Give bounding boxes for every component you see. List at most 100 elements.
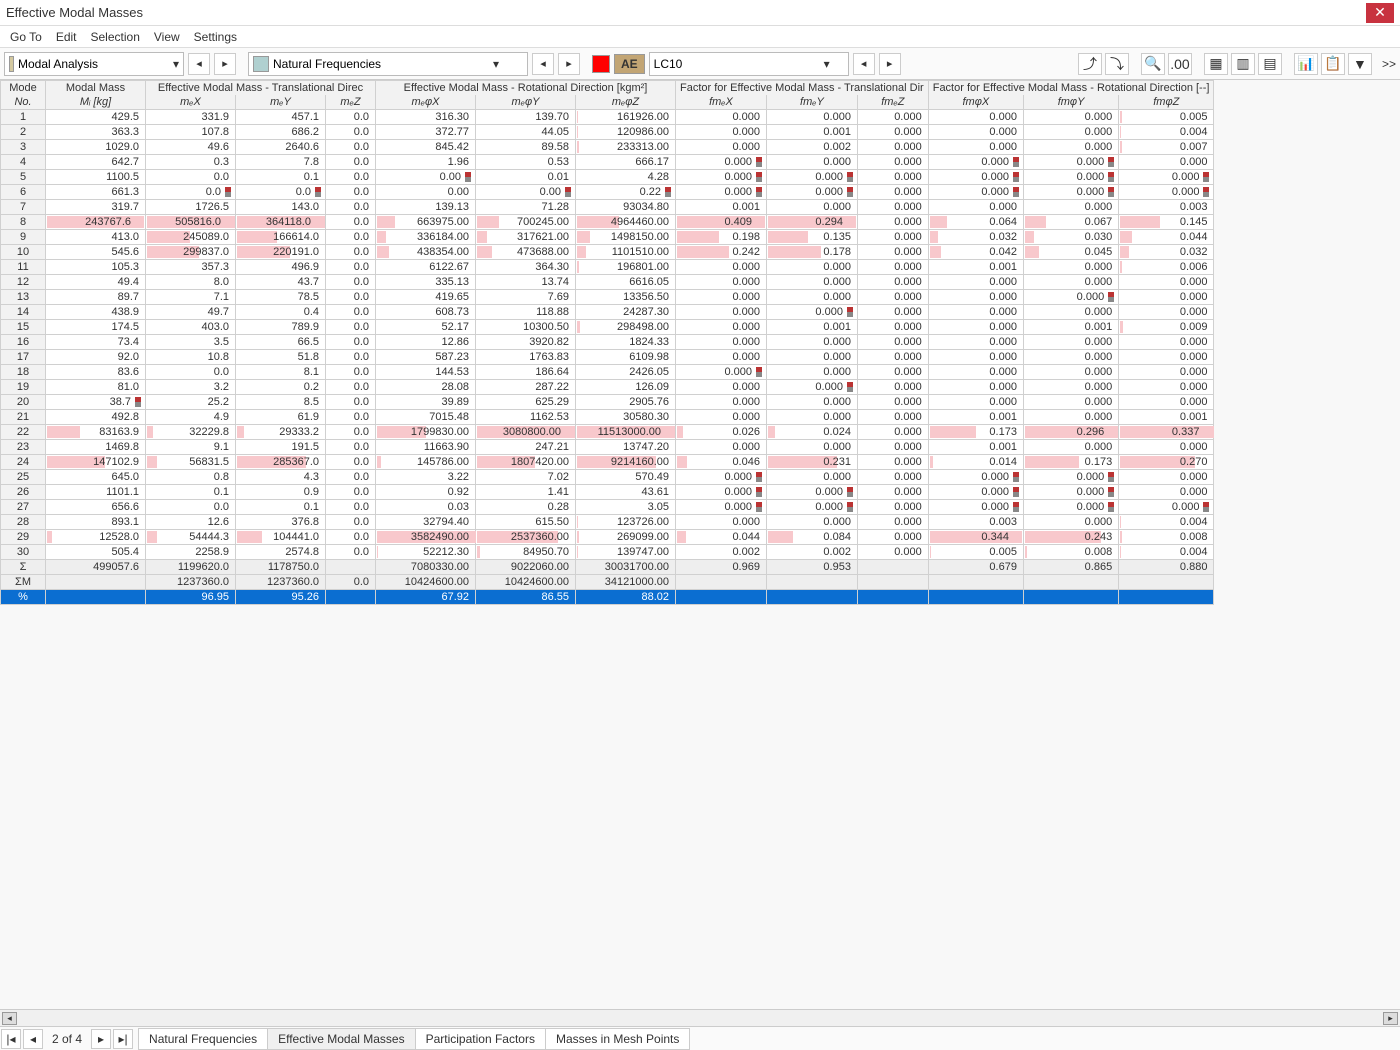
- cell[interactable]: 0.000: [1119, 275, 1214, 290]
- cell[interactable]: 0.0: [326, 470, 376, 485]
- cell[interactable]: 0.001: [766, 125, 857, 140]
- cell[interactable]: 0.000: [766, 290, 857, 305]
- cell[interactable]: 0.198: [676, 230, 767, 245]
- cell[interactable]: 12.86: [376, 335, 476, 350]
- cell[interactable]: 319.7: [46, 200, 146, 215]
- cell[interactable]: 0.270: [1119, 455, 1214, 470]
- tool-icon-9[interactable]: 📋: [1321, 53, 1345, 75]
- cell[interactable]: 0.000: [766, 350, 857, 365]
- cell[interactable]: 0.0: [326, 260, 376, 275]
- cell[interactable]: 0.007: [1119, 140, 1214, 155]
- cell[interactable]: 0.000: [1023, 500, 1118, 515]
- cell[interactable]: 316.30: [376, 110, 476, 125]
- cell[interactable]: 1469.8: [46, 440, 146, 455]
- column-header[interactable]: mₑZ: [326, 95, 376, 110]
- cell[interactable]: 0.000: [676, 335, 767, 350]
- cell[interactable]: 0.000: [857, 500, 928, 515]
- cell[interactable]: 95.26: [236, 590, 326, 605]
- cell[interactable]: 0.000: [928, 350, 1023, 365]
- cell[interactable]: 0.008: [1119, 530, 1214, 545]
- cell[interactable]: 12528.0: [46, 530, 146, 545]
- cell[interactable]: 32794.40: [376, 515, 476, 530]
- cell[interactable]: 52212.30: [376, 545, 476, 560]
- cell[interactable]: 8.1: [236, 365, 326, 380]
- cell[interactable]: 83163.9: [46, 425, 146, 440]
- color-swatch[interactable]: [592, 55, 610, 73]
- cell[interactable]: 0.000: [676, 365, 767, 380]
- cell[interactable]: 505816.0: [146, 215, 236, 230]
- cell[interactable]: 429.5: [46, 110, 146, 125]
- cell[interactable]: 105.3: [46, 260, 146, 275]
- cell[interactable]: [46, 575, 146, 590]
- cell[interactable]: 0.243: [1023, 530, 1118, 545]
- cell[interactable]: 0.1: [236, 170, 326, 185]
- cell[interactable]: 0.000: [676, 320, 767, 335]
- cell[interactable]: 363.3: [46, 125, 146, 140]
- cell[interactable]: 0.000: [676, 155, 767, 170]
- cell[interactable]: 0.0: [326, 575, 376, 590]
- menu-edit[interactable]: Edit: [56, 30, 77, 44]
- cell[interactable]: 0.0: [326, 275, 376, 290]
- cell[interactable]: 0.000: [676, 185, 767, 200]
- cell[interactable]: 645.0: [46, 470, 146, 485]
- cell[interactable]: 0.000: [676, 350, 767, 365]
- column-header[interactable]: mₑX: [146, 95, 236, 110]
- cell[interactable]: 0.042: [928, 245, 1023, 260]
- cell[interactable]: 0.0: [326, 170, 376, 185]
- cell[interactable]: 0.0: [146, 365, 236, 380]
- cell[interactable]: 376.8: [236, 515, 326, 530]
- column-header[interactable]: fmφX: [928, 95, 1023, 110]
- cell[interactable]: 0.000: [1023, 350, 1118, 365]
- cell[interactable]: [1023, 590, 1118, 605]
- cell[interactable]: [326, 590, 376, 605]
- cell[interactable]: 174.5: [46, 320, 146, 335]
- cell[interactable]: 0.000: [1119, 485, 1214, 500]
- cell[interactable]: 0.173: [928, 425, 1023, 440]
- row-number[interactable]: 24: [1, 455, 46, 470]
- cell[interactable]: 0.002: [676, 545, 767, 560]
- cell[interactable]: [928, 575, 1023, 590]
- cell[interactable]: 0.004: [1119, 125, 1214, 140]
- cell[interactable]: 0.00: [376, 170, 476, 185]
- cell[interactable]: 0.0: [326, 185, 376, 200]
- cell[interactable]: 0.409: [676, 215, 767, 230]
- cell[interactable]: 0.000: [928, 500, 1023, 515]
- cell[interactable]: 3920.82: [476, 335, 576, 350]
- cell[interactable]: 0.000: [1119, 155, 1214, 170]
- nav-prev-analysis[interactable]: ◂: [188, 53, 210, 75]
- cell[interactable]: 0.000: [857, 515, 928, 530]
- cell[interactable]: 88.02: [576, 590, 676, 605]
- menu-selection[interactable]: Selection: [91, 30, 140, 44]
- cell[interactable]: 0.000: [857, 185, 928, 200]
- cell[interactable]: 2640.6: [236, 140, 326, 155]
- cell[interactable]: 0.22: [576, 185, 676, 200]
- cell[interactable]: 0.135: [766, 230, 857, 245]
- cell[interactable]: 1162.53: [476, 410, 576, 425]
- row-number[interactable]: 1: [1, 110, 46, 125]
- cell[interactable]: 0.0: [326, 230, 376, 245]
- cell[interactable]: 625.29: [476, 395, 576, 410]
- cell[interactable]: 403.0: [146, 320, 236, 335]
- row-number[interactable]: 30: [1, 545, 46, 560]
- cell[interactable]: 0.000: [766, 155, 857, 170]
- cell[interactable]: 0.000: [1023, 335, 1118, 350]
- cell[interactable]: 0.004: [1119, 515, 1214, 530]
- cell[interactable]: 51.8: [236, 350, 326, 365]
- cell[interactable]: 196801.00: [576, 260, 676, 275]
- cell[interactable]: 38.7: [46, 395, 146, 410]
- cell[interactable]: 0.032: [928, 230, 1023, 245]
- cell[interactable]: 0.0: [326, 425, 376, 440]
- cell[interactable]: 1100.5: [46, 170, 146, 185]
- page-last[interactable]: ▸|: [113, 1029, 133, 1049]
- cell[interactable]: 10424600.00: [476, 575, 576, 590]
- cell[interactable]: 0.000: [1119, 365, 1214, 380]
- bottom-tab[interactable]: Participation Factors: [415, 1028, 546, 1050]
- cell[interactable]: 1726.5: [146, 200, 236, 215]
- cell[interactable]: 1199620.0: [146, 560, 236, 575]
- cell[interactable]: 0.0: [326, 350, 376, 365]
- cell[interactable]: 139.70: [476, 110, 576, 125]
- cell[interactable]: 0.002: [766, 140, 857, 155]
- cell[interactable]: [326, 560, 376, 575]
- cell[interactable]: 0.000: [857, 455, 928, 470]
- cell[interactable]: 30580.30: [576, 410, 676, 425]
